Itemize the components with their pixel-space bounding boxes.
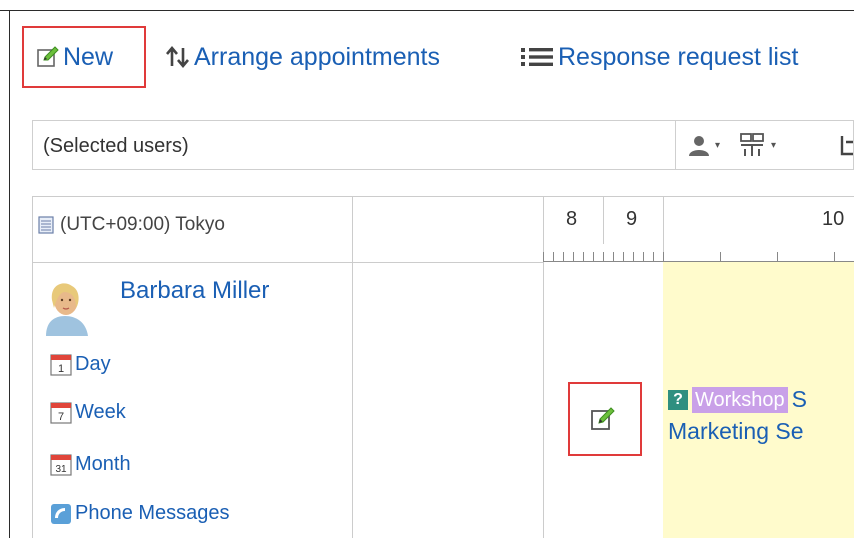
schedule-grid: (UTC+09:00) Tokyo 8 9 10 Barbara Miller xyxy=(32,196,854,538)
time-ruler xyxy=(543,252,854,262)
calendar-week-number: 7 xyxy=(58,411,64,423)
facility-select-button[interactable]: ▾ xyxy=(739,131,776,159)
print-icon xyxy=(840,136,853,156)
phone-icon xyxy=(51,503,71,524)
selected-users-text: (Selected users) xyxy=(43,135,189,157)
user-name-link[interactable]: Barbara Miller xyxy=(120,277,269,305)
status-badge: ? xyxy=(668,389,688,410)
user-select-button[interactable]: ▾ xyxy=(687,131,720,159)
users-bar-divider xyxy=(675,121,676,169)
calendar-day-number: 1 xyxy=(58,363,64,375)
week-view-label: Week xyxy=(75,400,126,423)
arrange-appointments-link[interactable]: Arrange appointments xyxy=(164,42,440,72)
grid-left-line xyxy=(32,196,33,538)
chevron-down-icon: ▾ xyxy=(771,139,777,151)
hour-label: 8 xyxy=(566,208,578,230)
calendar-month-icon: 31 xyxy=(50,454,72,476)
grid-header-line xyxy=(32,262,543,263)
event-title-link[interactable]: S xyxy=(792,386,807,413)
arrange-appointments-label: Arrange appointments xyxy=(194,43,440,71)
timezone-text: (UTC+09:00) Tokyo xyxy=(60,214,225,235)
month-view-label: Month xyxy=(75,452,131,475)
week-view-link[interactable]: 7 Week xyxy=(50,400,126,424)
avatar xyxy=(46,283,88,336)
selected-users-bar[interactable]: (Selected users) ▾ ▾ xyxy=(32,120,854,170)
grid-top-line xyxy=(32,196,854,197)
add-appointment-icon[interactable] xyxy=(590,404,618,432)
grid-col-divider xyxy=(352,196,353,538)
timezone-label[interactable]: (UTC+09:00) Tokyo xyxy=(38,214,225,236)
frame-left-border xyxy=(9,10,10,538)
event-title-continued[interactable]: Marketing Se xyxy=(668,418,804,445)
phone-messages-label: Phone Messages xyxy=(75,502,230,524)
more-options-button[interactable] xyxy=(839,131,853,159)
hour-label: 10 xyxy=(822,208,845,230)
day-view-link[interactable]: 1 Day xyxy=(50,352,111,376)
category-badge: Workshop xyxy=(692,386,788,413)
new-button[interactable]: New xyxy=(36,42,113,72)
chevron-down-icon: ▾ xyxy=(715,139,721,151)
frame-top-border xyxy=(0,10,854,11)
edit-icon xyxy=(37,46,59,67)
response-request-list-label: Response request list xyxy=(558,43,799,71)
timezone-icon xyxy=(38,216,54,234)
facility-icon xyxy=(740,133,764,156)
event-entry[interactable]: ? Workshop S xyxy=(668,386,807,413)
list-icon xyxy=(521,48,553,66)
calendar-day-icon: 1 xyxy=(50,354,72,376)
calendar-week-icon: 7 xyxy=(50,402,72,424)
hour-label: 9 xyxy=(626,208,638,230)
new-button-label: New xyxy=(63,43,114,71)
month-view-link[interactable]: 31 Month xyxy=(50,452,131,476)
phone-messages-link[interactable]: Phone Messages xyxy=(50,502,230,525)
response-request-list-link[interactable]: Response request list xyxy=(520,42,798,72)
hour-divider xyxy=(603,196,604,244)
day-view-label: Day xyxy=(75,352,111,375)
person-icon xyxy=(689,136,709,156)
toolbar: New Arrange appointments Response reques… xyxy=(22,26,854,90)
calendar-month-number: 31 xyxy=(55,464,67,475)
arrange-arrows-icon xyxy=(166,45,189,69)
